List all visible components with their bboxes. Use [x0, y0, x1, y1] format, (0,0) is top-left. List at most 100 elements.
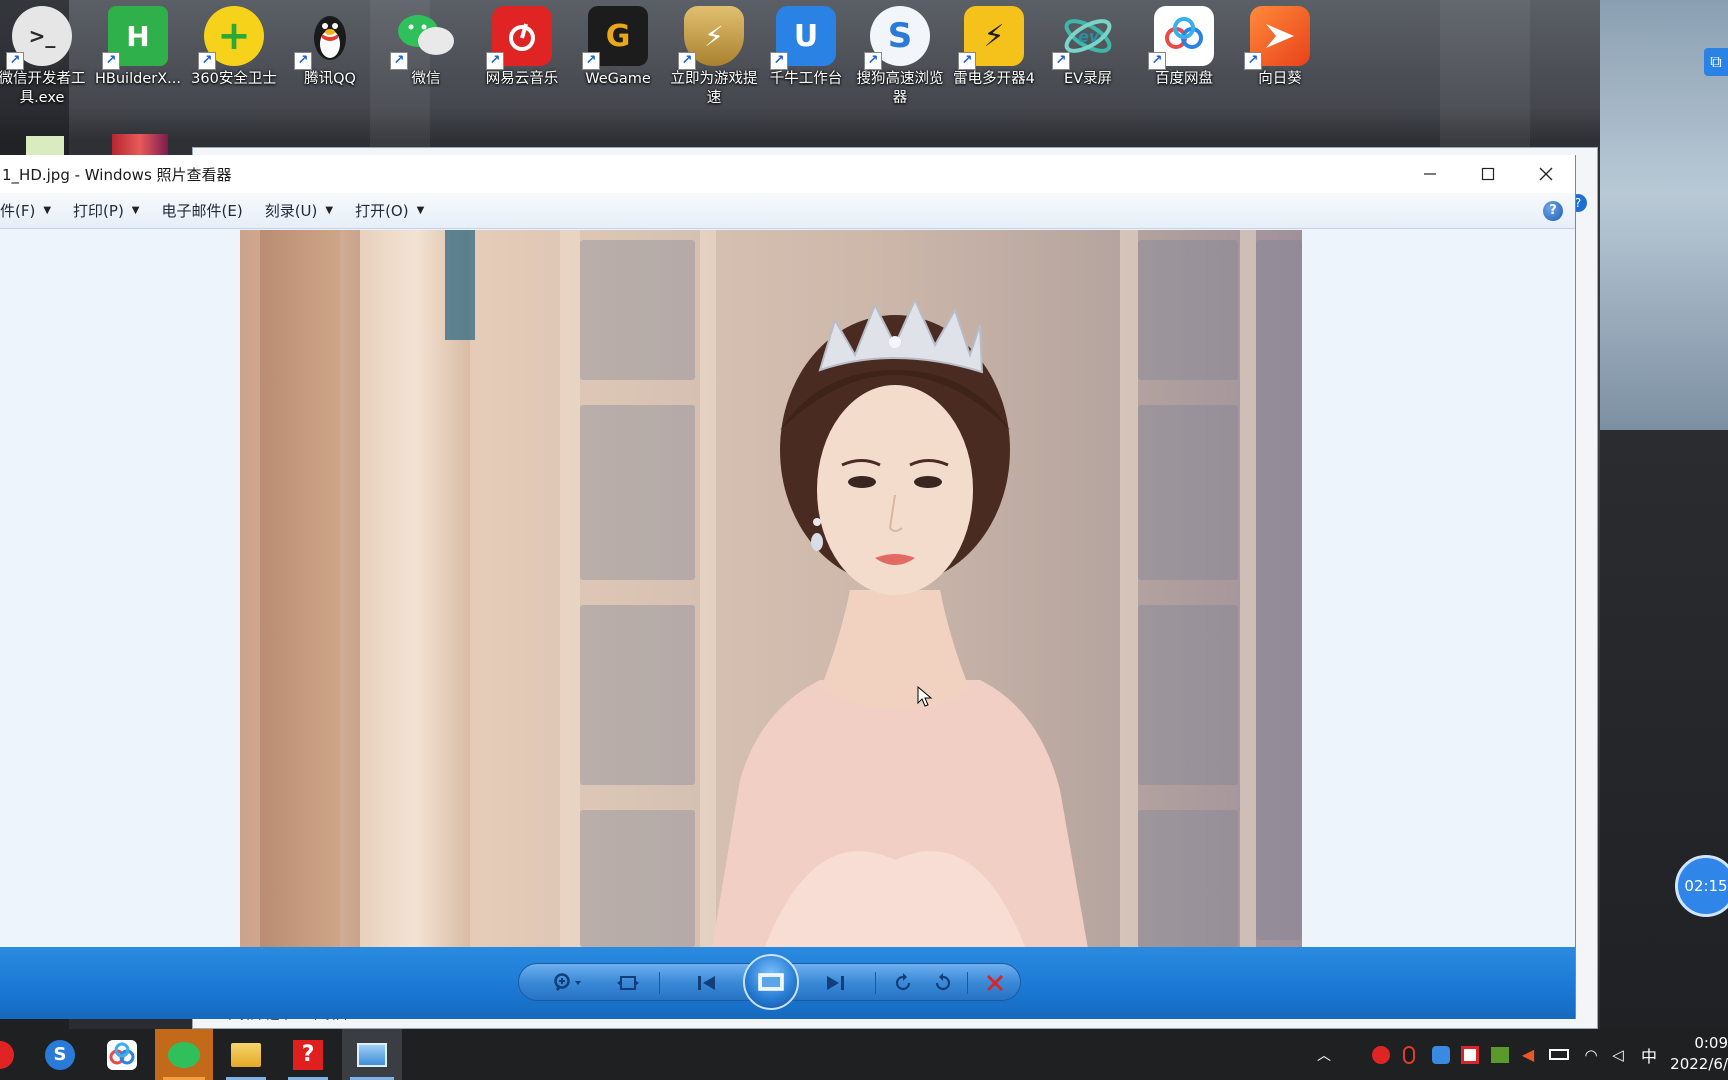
- previous-button[interactable]: [677, 964, 737, 1002]
- shortcut-arrow-icon: ↗: [1244, 52, 1262, 70]
- delete-button[interactable]: [975, 964, 1015, 1002]
- desktop-icon-wegame[interactable]: G ↗ WeGame: [570, 6, 666, 110]
- close-icon: [1539, 167, 1553, 181]
- shortcut-arrow-icon: ↗: [1052, 52, 1070, 70]
- desktop-icon-label: 向日葵: [1258, 71, 1302, 87]
- file-explorer-icon: [231, 1042, 261, 1067]
- photo-window-pane: [1138, 810, 1238, 947]
- desktop-icon-label: 微信: [411, 71, 441, 87]
- desktop-icon-label: 百度网盘: [1155, 71, 1213, 87]
- shortcut-arrow-icon: ↗: [678, 52, 696, 70]
- help-button[interactable]: ?: [1543, 201, 1563, 221]
- displayed-photo: [240, 230, 1302, 947]
- desktop-icon-label: 360安全卫士: [191, 71, 277, 87]
- tray-netease-music[interactable]: [1370, 1029, 1392, 1080]
- desktop-icon-wechat[interactable]: ↗ 微信: [378, 6, 474, 110]
- shortcut-arrow-icon: ↗: [6, 52, 24, 70]
- qq-penguin-icon: [1403, 1045, 1415, 1064]
- svg-text:ev: ev: [1078, 27, 1100, 46]
- taskbar-file-explorer[interactable]: [218, 1029, 274, 1080]
- desktop-icon-360-safe[interactable]: + ↗ 360安全卫士: [186, 6, 282, 110]
- desktop-icon-game-boost[interactable]: ⚡ ↗ 立即为游戏提速: [666, 6, 762, 110]
- taskbar: S ? ︿ ◀ ◠ ◁ 中 0:09 2022/6/: [0, 1029, 1728, 1080]
- wallpaper-dark-area: [1600, 430, 1728, 1030]
- system-clock[interactable]: 0:09 2022/6/: [1664, 1033, 1728, 1075]
- menu-email[interactable]: 电子邮件(E): [162, 193, 243, 229]
- nvidia-icon: [1491, 1046, 1509, 1063]
- desktop-icon-ev-recorder[interactable]: ev ↗ EV录屏: [1040, 6, 1136, 110]
- desktop-icon-label: HBuilderX...: [95, 71, 181, 87]
- menu-print[interactable]: 打印(P) ▼: [73, 193, 139, 229]
- taskbar-wechat[interactable]: [155, 1029, 213, 1080]
- photo-viewer-icon: [357, 1042, 387, 1067]
- battery-icon: [1549, 1049, 1569, 1060]
- title-bar[interactable]: 1_HD.jpg - Windows 照片查看器: [0, 155, 1575, 193]
- desktop-icon-sogou-browser[interactable]: S ↗ 搜狗高速浏览器: [852, 6, 948, 110]
- slideshow-button[interactable]: [743, 954, 799, 1010]
- show-hidden-icons-button[interactable]: ︿: [1312, 1029, 1336, 1080]
- minimize-button[interactable]: [1401, 155, 1459, 193]
- tray-volume-muted[interactable]: ◀: [1517, 1029, 1539, 1080]
- maximize-button[interactable]: [1459, 155, 1517, 193]
- navigation-controls: [518, 954, 1021, 1010]
- wallpaper-beam: [1440, 0, 1530, 150]
- menu-label: 打印(P): [73, 202, 124, 220]
- hbuilderx-icon: H ↗: [102, 6, 168, 70]
- dropdown-caret-icon: ▼: [131, 205, 140, 216]
- actual-size-button[interactable]: [611, 964, 645, 1002]
- sogou-browser-icon: S ↗: [864, 6, 930, 70]
- menu-label: 打开(O): [355, 202, 409, 220]
- floating-link-icon[interactable]: ⧉: [1704, 48, 1728, 76]
- desktop-icon-baidu-netdisk[interactable]: ↗ 百度网盘: [1136, 6, 1232, 110]
- desktop-icon-netease-music[interactable]: ↗ 网易云音乐: [474, 6, 570, 110]
- tray-qq[interactable]: [1398, 1029, 1420, 1080]
- winrar-icon[interactable]: [112, 134, 168, 156]
- tray-nvidia[interactable]: [1489, 1029, 1511, 1080]
- taskbar-help[interactable]: ?: [280, 1029, 336, 1080]
- tray-security[interactable]: [1459, 1029, 1481, 1080]
- tray-sogou[interactable]: [1430, 1029, 1452, 1080]
- rotate-counterclockwise-button[interactable]: [885, 964, 921, 1002]
- recording-timer[interactable]: 02:15: [1675, 855, 1728, 917]
- wegame-icon: G ↗: [582, 6, 648, 70]
- shortcut-arrow-icon: ↗: [864, 52, 882, 70]
- separator: [967, 972, 968, 994]
- desktop-icon-sunlogin[interactable]: ↗ 向日葵: [1232, 6, 1328, 110]
- zoom-button[interactable]: [547, 964, 591, 1002]
- desktop-icon-grid: >_ ↗ 微信开发者工具.exe H ↗ HBuilderX... + ↗ 360安全…: [0, 0, 1320, 156]
- image-display-area[interactable]: [0, 230, 1575, 947]
- taskbar-photo-viewer[interactable]: [342, 1029, 402, 1080]
- taskbar-sogou-browser[interactable]: S: [32, 1029, 88, 1080]
- close-button[interactable]: [1517, 155, 1575, 193]
- menu-label: 电子邮件(E): [161, 202, 243, 220]
- desktop-icon-qq[interactable]: ↗ 腾讯QQ: [282, 6, 378, 110]
- photo-window-pane: [1138, 605, 1238, 785]
- shortcut-arrow-icon: ↗: [294, 52, 312, 70]
- tray-speaker[interactable]: ◁: [1607, 1029, 1629, 1080]
- wechat-icon: ↗: [390, 6, 456, 70]
- shortcut-arrow-icon: ↗: [486, 52, 504, 70]
- taskbar-baidu-netdisk[interactable]: [94, 1029, 150, 1080]
- photo-window-pane: [1138, 240, 1238, 380]
- photo-viewer-window: 1_HD.jpg - Windows 照片查看器 件(F) ▼ 打印(P) ▼ 电子…: [0, 155, 1576, 1019]
- desktop-icon-qianniu[interactable]: U ↗ 千牛工作台: [758, 6, 854, 110]
- desktop-icon-label: 网易云音乐: [485, 71, 559, 87]
- wechat-icon: [168, 1041, 200, 1068]
- tray-battery[interactable]: [1546, 1029, 1572, 1080]
- taskbar-netease-music[interactable]: [0, 1029, 28, 1080]
- menu-file[interactable]: 件(F) ▼: [0, 193, 51, 229]
- desktop-icon-hbuilderx[interactable]: H ↗ HBuilderX...: [90, 6, 186, 110]
- desktop-icon-partial[interactable]: [26, 136, 64, 156]
- menu-burn[interactable]: 刻录(U) ▼: [265, 193, 333, 229]
- menu-open[interactable]: 打开(O) ▼: [355, 193, 424, 229]
- input-method[interactable]: 中: [1636, 1029, 1662, 1080]
- desktop-icon-label: 微信开发者工具.exe: [0, 71, 86, 106]
- delete-icon: [986, 974, 1004, 992]
- maximize-icon: [1481, 167, 1495, 181]
- next-button[interactable]: [805, 964, 865, 1002]
- separator: [659, 972, 660, 994]
- rotate-clockwise-button[interactable]: [925, 964, 961, 1002]
- desktop-icon-ldplayer[interactable]: ⚡ ↗ 雷电多开器4: [946, 6, 1042, 110]
- desktop-icon-wechat-devtools[interactable]: >_ ↗ 微信开发者工具.exe: [0, 6, 90, 110]
- tray-network[interactable]: ◠: [1580, 1029, 1602, 1080]
